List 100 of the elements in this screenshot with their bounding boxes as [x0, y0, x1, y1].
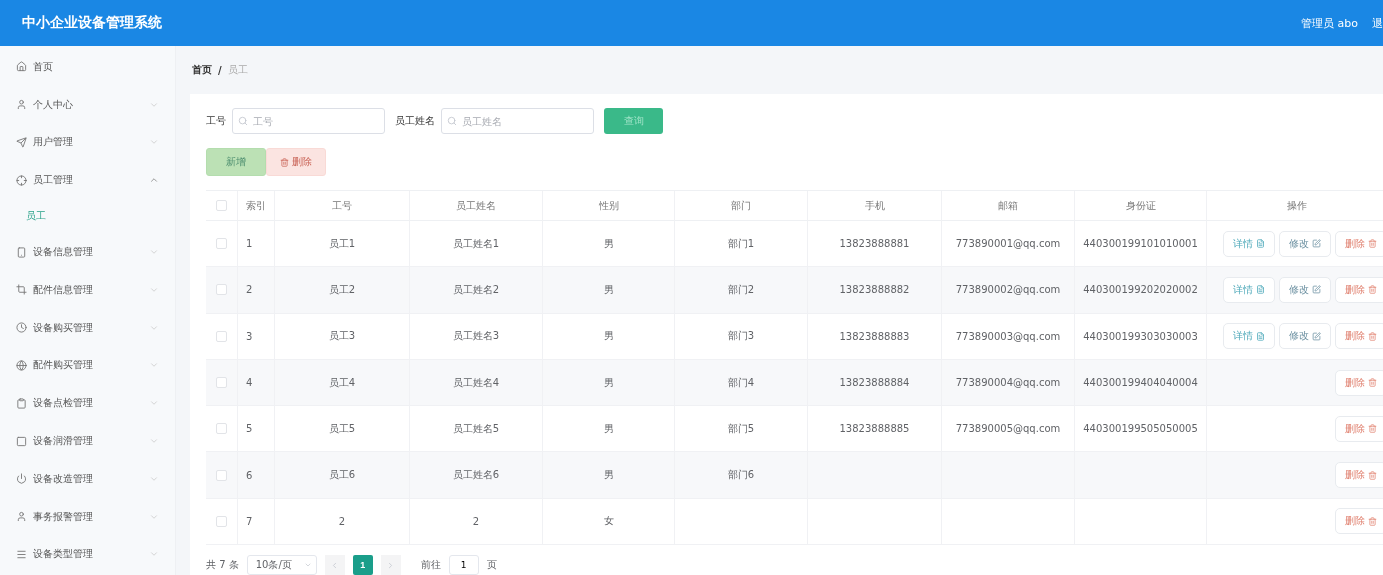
name-cell: 2	[410, 498, 543, 546]
delete-button[interactable]: 删除	[1335, 415, 1383, 442]
department-cell: 部门1	[675, 221, 808, 268]
pencil-icon	[1312, 331, 1321, 341]
delete-button[interactable]: 删除	[1335, 276, 1383, 303]
id-cell: 员工6	[275, 452, 410, 499]
checkbox[interactable]	[216, 238, 227, 250]
sidebar-item[interactable]: 事务报警管理	[0, 497, 175, 536]
detail-button[interactable]: 详情	[1223, 230, 1275, 257]
document-icon	[1256, 285, 1265, 295]
sidebar-item[interactable]: 用户管理	[0, 123, 175, 162]
id-cell: 员工1	[275, 221, 410, 268]
sidebar-item[interactable]: 首页	[0, 48, 175, 86]
sidebar-subitem[interactable]: 员工	[0, 199, 175, 234]
detail-button[interactable]: 详情	[1223, 276, 1275, 303]
gender-cell: 男	[543, 359, 675, 407]
email-cell: 773890005@qq.com	[942, 406, 1075, 453]
department-cell: 部门5	[675, 406, 808, 453]
user-icon	[16, 99, 27, 111]
id-card-cell: 440300199202020002	[1075, 267, 1207, 314]
id-cell: 员工4	[275, 359, 410, 407]
gender-cell: 女	[543, 498, 675, 546]
department-cell: 部门3	[675, 313, 808, 360]
edit-button[interactable]: 修改	[1279, 323, 1331, 350]
sidebar-item[interactable]: 个人中心	[0, 85, 175, 124]
delete-button[interactable]: 删除	[1335, 369, 1383, 396]
delete-button[interactable]: 删除	[1335, 462, 1383, 489]
sidebar-item[interactable]: 设备购买管理	[0, 308, 175, 347]
id-card-cell: 440300199404040004	[1075, 359, 1207, 407]
department-cell: 部门2	[675, 267, 808, 314]
menu-icon	[16, 548, 27, 560]
phone-cell: 13823888884	[808, 359, 942, 407]
delete-button[interactable]: 删除	[1335, 508, 1383, 535]
sidebar-item[interactable]: 设备信息管理	[0, 233, 175, 271]
trash-icon	[1368, 285, 1377, 295]
checkbox[interactable]	[216, 284, 227, 296]
sidebar-item[interactable]: 设备改造管理	[0, 459, 175, 498]
checkbox[interactable]	[216, 515, 227, 527]
checkbox[interactable]	[216, 330, 227, 342]
sidebar-item[interactable]: 设备润滑管理	[0, 422, 175, 460]
document-icon	[1256, 331, 1265, 341]
sidebar-item[interactable]: 设备点检管理	[0, 384, 175, 423]
power-icon	[16, 473, 27, 485]
checkbox[interactable]	[216, 377, 227, 389]
email-cell: 773890002@qq.com	[942, 267, 1075, 314]
index-cell: 1	[238, 221, 275, 268]
sidebar-item[interactable]: 设备类型管理	[0, 535, 175, 574]
id-card-cell: 440300199303030003	[1075, 313, 1207, 360]
name-cell: 员工姓名1	[410, 221, 543, 268]
search-icon	[447, 116, 457, 126]
phone-icon	[16, 246, 27, 258]
index-cell: 5	[238, 406, 275, 453]
detail-button[interactable]: 详情	[1223, 323, 1275, 350]
page-size-select[interactable]: 10条/页	[246, 555, 317, 575]
send-icon	[16, 137, 27, 148]
index-cell: 2	[238, 267, 275, 314]
index-cell: 6	[238, 452, 275, 499]
checkbox[interactable]	[216, 469, 227, 481]
delete-button[interactable]: 删除	[1335, 323, 1383, 350]
previous-page-button[interactable]	[324, 555, 345, 575]
checkbox[interactable]	[216, 423, 227, 435]
edit-button[interactable]: 修改	[1279, 230, 1331, 257]
id-card-cell: 440300199505050005	[1075, 406, 1207, 453]
search-icon	[238, 116, 248, 126]
edit-button[interactable]: 修改	[1279, 276, 1331, 303]
department-cell: 部门4	[675, 359, 808, 407]
sidebar-item[interactable]: 配件购买管理	[0, 346, 175, 385]
checkbox[interactable]	[216, 200, 227, 211]
app-title: 中小企业设备管理系统	[22, 14, 163, 32]
clock-icon	[16, 322, 27, 334]
trash-icon	[1368, 424, 1377, 434]
crosshair-icon	[16, 174, 27, 186]
pencil-icon	[1312, 239, 1321, 249]
breadcrumb-item[interactable]: 首页	[192, 63, 212, 77]
gender-cell: 男	[543, 267, 675, 314]
search-field[interactable]: 员工姓名	[441, 108, 594, 134]
phone-cell: 13823888883	[808, 313, 942, 360]
pencil-icon	[1312, 285, 1321, 295]
trash-icon	[1368, 470, 1377, 480]
home-icon	[16, 61, 27, 73]
delete-button[interactable]: 删除	[1335, 230, 1383, 257]
phone-cell: 13823888885	[808, 406, 942, 453]
page-input[interactable]: 1	[448, 555, 479, 575]
field-label: 工号	[206, 114, 226, 128]
sidebar-item[interactable]: 配件信息管理	[0, 271, 175, 309]
square-icon	[16, 435, 27, 447]
user-name: 管理员 abo	[1301, 15, 1358, 31]
page-button[interactable]: 1	[352, 555, 373, 575]
index-cell: 3	[238, 313, 275, 360]
crop-icon	[16, 284, 27, 296]
user-icon	[16, 511, 27, 523]
name-cell: 员工姓名4	[410, 359, 543, 407]
next-page-button[interactable]	[380, 555, 401, 575]
globe-icon	[16, 359, 27, 371]
goto-label: 前往	[420, 558, 441, 573]
logout-link[interactable]: 退	[1372, 15, 1383, 31]
search-field[interactable]: 工号	[232, 108, 385, 134]
breadcrumb-item[interactable]: 员工	[227, 63, 248, 77]
page-suffix: 页	[486, 558, 497, 573]
sidebar-item[interactable]: 员工管理	[0, 161, 175, 200]
